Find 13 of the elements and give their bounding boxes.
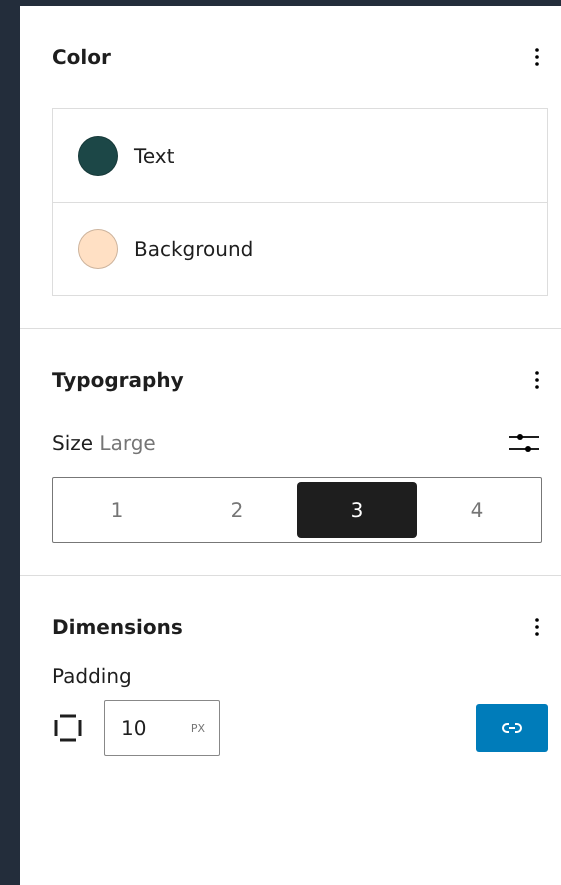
box-sides-icon [52,712,84,744]
section-title: Color [52,45,111,69]
section-title: Typography [52,368,184,392]
more-options-icon[interactable] [535,371,539,389]
more-options-icon[interactable] [535,618,539,636]
link-icon[interactable] [476,704,548,752]
sliders-icon[interactable] [507,431,541,455]
size-label: Size Large [52,431,156,455]
size-option[interactable]: 3 [297,482,417,538]
padding-input[interactable]: 10 PX [104,700,220,756]
section-title: Dimensions [52,615,183,639]
padding-label: Padding [52,664,133,688]
more-options-icon[interactable] [535,48,539,66]
